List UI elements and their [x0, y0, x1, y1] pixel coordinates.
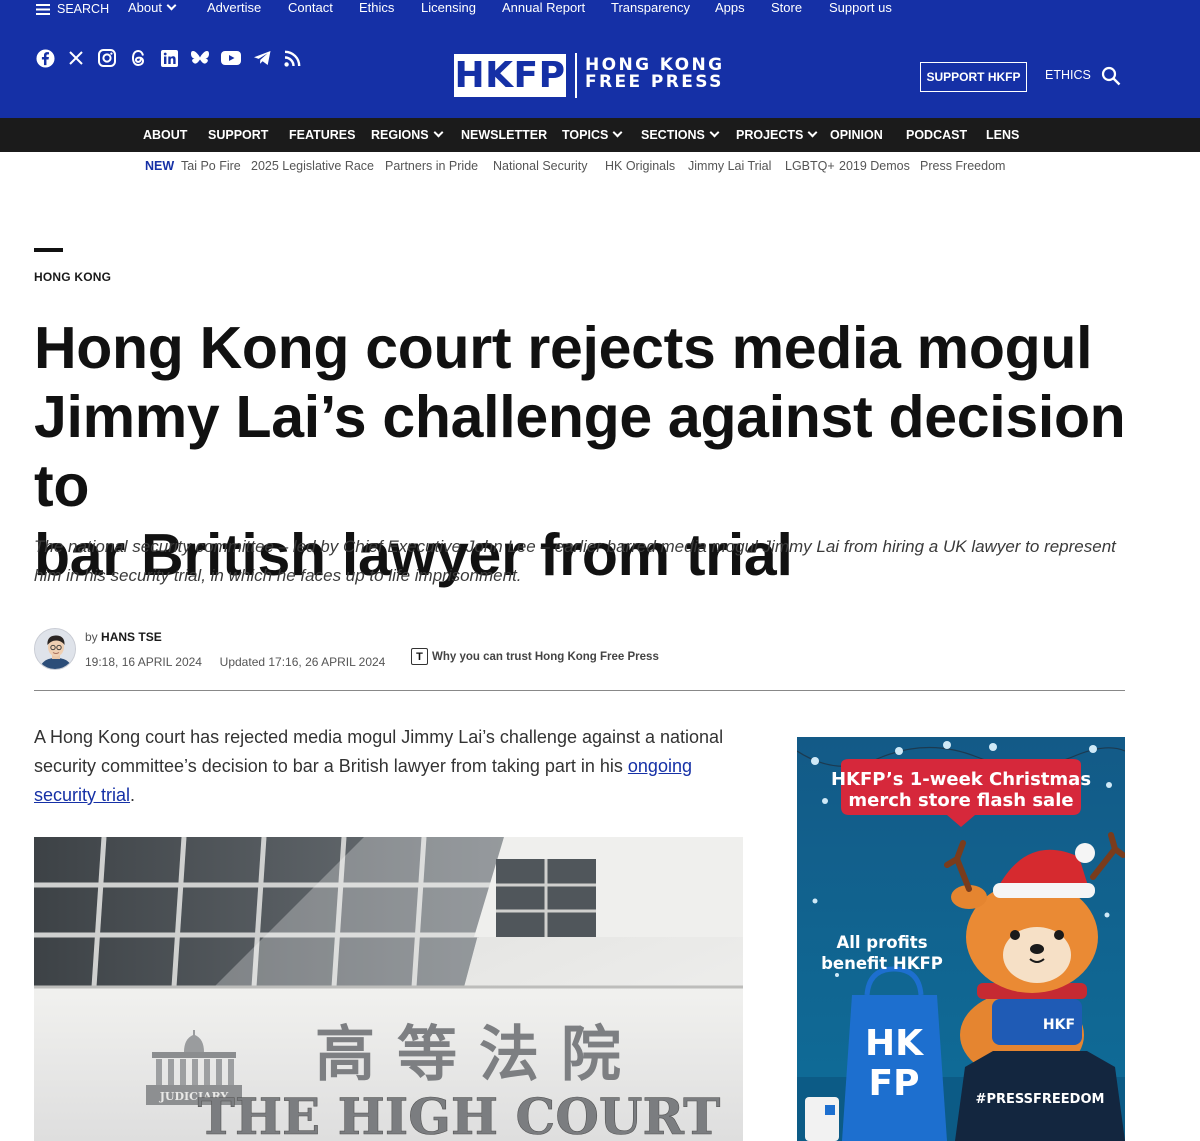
ad-headline: HKFP’s 1-week Christmas merch store flas…	[797, 769, 1125, 811]
logo-divider	[575, 53, 577, 98]
byline-prefix: by	[85, 630, 98, 644]
author-avatar[interactable]	[34, 628, 76, 670]
trust-link[interactable]: T Why you can trust Hong Kong Free Press	[411, 648, 659, 665]
article-dek: The national security committee – led by…	[34, 532, 1134, 590]
main-nav: ABOUT SUPPORT FEATURES REGIONS NEWSLETTE…	[0, 118, 1200, 152]
article-dates: 19:18, 16 APRIL 2024 Updated 17:16, 26 A…	[85, 655, 385, 669]
lede-text: security committee’s decision to bar a B…	[34, 756, 628, 776]
trending-item[interactable]: Press Freedom	[920, 157, 1005, 175]
christmas-merch-ad[interactable]: HK FP HKF #PRESSFREEDOM HKFP’s 1-week Ch…	[797, 737, 1125, 1141]
ongoing-security-trial-link[interactable]: security trial	[34, 785, 130, 805]
trending-item[interactable]: HK Originals	[605, 157, 675, 175]
dek-line: The national security committee – led by…	[34, 537, 1116, 556]
x-icon[interactable]	[67, 48, 85, 68]
nav-item-newsletter[interactable]: NEWSLETTER	[461, 118, 547, 152]
lede-line: A Hong Kong court has rejected media mog…	[34, 727, 724, 747]
chevron-down-icon	[433, 127, 444, 138]
instagram-icon[interactable]	[97, 48, 117, 68]
chevron-down-icon	[612, 127, 623, 138]
ad-bag-text-1: HK	[865, 1023, 924, 1064]
chevron-down-icon	[166, 0, 177, 11]
ad-shirt-text: #PRESSFREEDOM	[976, 1092, 1105, 1107]
headline-line: Jimmy Lai’s challenge against decision t…	[34, 384, 1126, 519]
ad-headline-line: merch store flash sale	[848, 790, 1074, 811]
nav-item-about[interactable]: ABOUT	[143, 118, 187, 152]
trending-item[interactable]: Tai Po Fire	[181, 157, 241, 175]
trending-item[interactable]: 2019 Demos	[839, 157, 910, 175]
logo-mark: HKFP	[454, 55, 566, 96]
byline: by HANS TSE	[85, 630, 162, 644]
topbar-link-store[interactable]: Store	[771, 0, 802, 18]
topbar-link-annual-report[interactable]: Annual Report	[502, 0, 585, 18]
nav-item-support[interactable]: SUPPORT	[208, 118, 268, 152]
header-ethics-link[interactable]: ETHICS	[1045, 68, 1091, 82]
dek-line: him in his security trial, in which he f…	[34, 566, 522, 585]
ad-headline-line: HKFP’s 1-week Christmas	[830, 769, 1092, 790]
article-category[interactable]: HONG KONG	[34, 270, 111, 284]
ongoing-security-trial-link[interactable]: ongoing	[628, 756, 692, 776]
updated-date: Updated 17:16, 26 APRIL 2024	[219, 655, 386, 669]
divider	[34, 690, 1125, 691]
trending-item[interactable]: National Security	[493, 157, 588, 175]
ad-subhead: All profits benefit HKFP	[817, 932, 947, 974]
nav-item-projects[interactable]: PROJECTS	[736, 118, 818, 152]
nav-item-features[interactable]: FEATURES	[289, 118, 355, 152]
headline-line: Hong Kong court rejects media mogul	[34, 315, 1093, 381]
youtube-icon[interactable]	[220, 48, 242, 68]
lede-end: .	[130, 785, 136, 805]
linkedin-icon[interactable]	[159, 48, 179, 68]
threads-icon[interactable]	[128, 48, 148, 68]
trending-item[interactable]: LGBTQ+	[785, 157, 835, 175]
trending-new-label: NEW	[145, 159, 175, 173]
hamburger-icon	[36, 3, 50, 15]
published-date: 19:18, 16 APRIL 2024	[85, 655, 202, 669]
utility-bar: SEARCH About Advertise Contact Ethics Li…	[0, 0, 1200, 18]
search-label: SEARCH	[57, 2, 110, 16]
menu-search-button[interactable]: SEARCH	[36, 0, 109, 18]
rss-icon[interactable]	[282, 48, 302, 68]
topbar-link-contact[interactable]: Contact	[288, 0, 333, 18]
category-accent-bar	[34, 248, 63, 252]
bluesky-icon[interactable]	[189, 48, 211, 68]
topbar-link-licensing[interactable]: Licensing	[421, 0, 476, 18]
trending-item[interactable]: Partners in Pride	[385, 157, 478, 175]
ad-bag-text-2: FP	[869, 1063, 920, 1104]
topbar-link-apps[interactable]: Apps	[715, 0, 745, 18]
author-name[interactable]: HANS TSE	[101, 630, 162, 644]
nav-item-lens[interactable]: LENS	[986, 118, 1019, 152]
ad-scarf-text: HKF	[1043, 1017, 1075, 1033]
logo-line-2: FREE PRESS	[585, 72, 724, 92]
nav-item-opinion[interactable]: OPINION	[830, 118, 883, 152]
topbar-link-about[interactable]: About	[128, 0, 177, 18]
article-lede: A Hong Kong court has rejected media mog…	[34, 723, 734, 810]
sign-chinese: 高等法院	[315, 1020, 643, 1090]
topbar-link-transparency[interactable]: Transparency	[611, 0, 690, 18]
topbar-link-support-us[interactable]: Support us	[829, 0, 892, 18]
trust-link-label: Why you can trust Hong Kong Free Press	[432, 650, 659, 663]
telegram-icon[interactable]	[251, 48, 273, 68]
topbar-link-ethics[interactable]: Ethics	[359, 0, 394, 18]
site-logo[interactable]: HKFP	[454, 54, 566, 97]
ad-subhead-line: All profits	[836, 933, 928, 952]
nav-item-regions[interactable]: REGIONS	[371, 118, 444, 152]
chevron-down-icon	[807, 127, 818, 138]
trending-item[interactable]: Jimmy Lai Trial	[688, 157, 771, 175]
nav-item-sections[interactable]: SECTIONS	[641, 118, 720, 152]
nav-item-topics[interactable]: TOPICS	[562, 118, 623, 152]
sign-english: THE HIGH COURT	[198, 1087, 721, 1141]
article-photo-high-court[interactable]: JUDICIARY 高等法院 THE HIGH COURT	[34, 837, 743, 1141]
topbar-link-advertise[interactable]: Advertise	[207, 0, 261, 18]
logo-wordmark[interactable]: HONG KONG FREE PRESS	[585, 57, 724, 91]
search-icon[interactable]	[1101, 66, 1121, 91]
chevron-down-icon	[709, 127, 720, 138]
ad-subhead-line: benefit HKFP	[821, 954, 943, 973]
trending-item[interactable]: 2025 Legislative Race	[251, 157, 374, 175]
nav-item-podcast[interactable]: PODCAST	[906, 118, 967, 152]
support-hkfp-button[interactable]: SUPPORT HKFP	[920, 62, 1027, 92]
trust-icon: T	[411, 648, 428, 665]
facebook-icon[interactable]	[35, 48, 55, 68]
